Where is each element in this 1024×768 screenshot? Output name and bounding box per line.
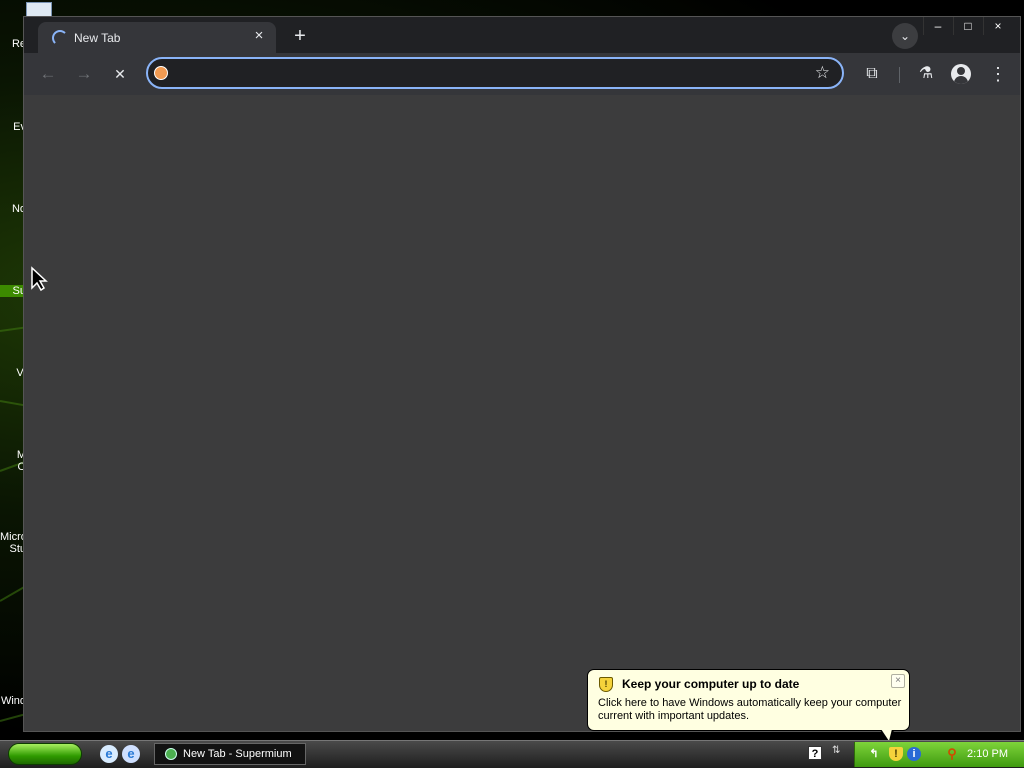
balloon-close-button[interactable]: × <box>891 674 905 688</box>
help-icon[interactable]: ? <box>808 746 822 760</box>
close-window-button[interactable]: × <box>983 17 1012 35</box>
tab-new-tab[interactable]: New Tab × <box>38 22 276 53</box>
ie-icon[interactable]: e <box>100 745 118 763</box>
security-shield-icon: ! <box>599 677 613 692</box>
address-input[interactable] <box>176 59 800 89</box>
taskbar-button-supermium[interactable]: New Tab - Supermium <box>154 743 306 765</box>
mouse-cursor-icon <box>31 266 48 292</box>
loading-spinner-icon <box>52 30 68 46</box>
back-button[interactable]: ← <box>36 62 60 86</box>
search-engine-icon[interactable] <box>154 66 168 80</box>
tab-close-icon[interactable]: × <box>250 27 268 45</box>
taskbar: e e New Tab - Supermium ? ⇅ ↰ ! i ⚲ 2:10… <box>0 740 1024 768</box>
browser-toolbar: ← → ✕ ☆ ⧉ ⚗ ⋮ <box>24 53 1020 95</box>
tab-title: New Tab <box>74 31 121 45</box>
tab-strip: New Tab × + ⌄ – □ × <box>24 17 1020 53</box>
start-button[interactable] <box>8 743 82 765</box>
search-icon[interactable]: ⚲ <box>945 747 959 761</box>
system-tray: ↰ ! i ⚲ 2:10 PM <box>854 742 1024 767</box>
maximize-button[interactable]: □ <box>953 17 982 35</box>
info-icon[interactable]: i <box>907 747 921 761</box>
bookmark-star-icon[interactable]: ☆ <box>815 63 830 83</box>
supermium-icon <box>165 748 177 760</box>
browser-window: New Tab × + ⌄ – □ × ← → ✕ ☆ ⧉ ⚗ ⋮ <box>23 16 1021 732</box>
network-icon[interactable]: ↰ <box>867 747 881 761</box>
labs-flask-icon[interactable]: ⚗ <box>914 62 938 86</box>
network-status-icon[interactable]: ⇅ <box>832 745 840 756</box>
extensions-icon[interactable]: ⧉ <box>860 62 884 86</box>
stop-loading-button[interactable]: ✕ <box>108 62 132 86</box>
minimize-button[interactable]: – <box>923 17 952 35</box>
balloon-title: Keep your computer up to date <box>622 677 800 691</box>
toolbar-divider <box>899 67 900 83</box>
profile-avatar-icon[interactable] <box>951 64 971 84</box>
new-tab-button[interactable]: + <box>288 25 312 49</box>
tab-search-button[interactable]: ⌄ <box>892 23 918 49</box>
balloon-message[interactable]: Click here to have Windows automatically… <box>598 697 903 723</box>
browser-icon[interactable]: e <box>122 745 140 763</box>
security-shield-icon[interactable]: ! <box>889 747 903 761</box>
menu-kebab-icon[interactable]: ⋮ <box>986 62 1010 86</box>
taskbar-button-label: New Tab - Supermium <box>183 748 292 760</box>
window-controls: – □ × <box>923 17 1012 35</box>
address-bar[interactable]: ☆ <box>146 57 844 89</box>
forward-button[interactable]: → <box>72 62 96 86</box>
page-content[interactable] <box>24 95 1020 731</box>
clock[interactable]: 2:10 PM <box>967 748 1008 760</box>
update-notification-balloon[interactable]: ! Keep your computer up to date Click he… <box>587 669 910 731</box>
